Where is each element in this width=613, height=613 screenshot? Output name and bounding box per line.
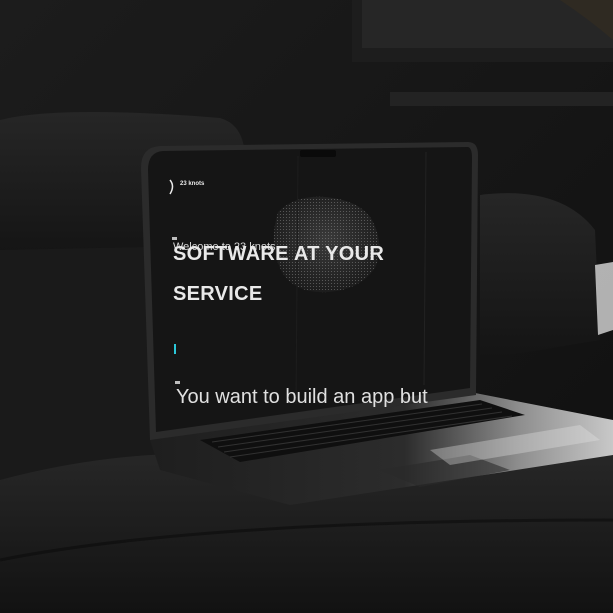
sofa-arm-right: [480, 193, 600, 360]
body-text: You want to build an app but: [176, 386, 428, 408]
photo-scene: [0, 0, 613, 613]
light-patch: [595, 262, 613, 335]
headline-line-1: SOFTWARE AT YOUR: [173, 243, 385, 265]
camera-notch: [300, 150, 336, 157]
scroll-indicator: [174, 344, 176, 354]
shelf: [390, 92, 613, 106]
logo-text[interactable]: 23 knots: [180, 181, 204, 187]
section-marker-icon-2: [175, 381, 180, 384]
section-marker-icon: [172, 237, 177, 240]
headline-line-2: SERVICE: [173, 283, 263, 305]
